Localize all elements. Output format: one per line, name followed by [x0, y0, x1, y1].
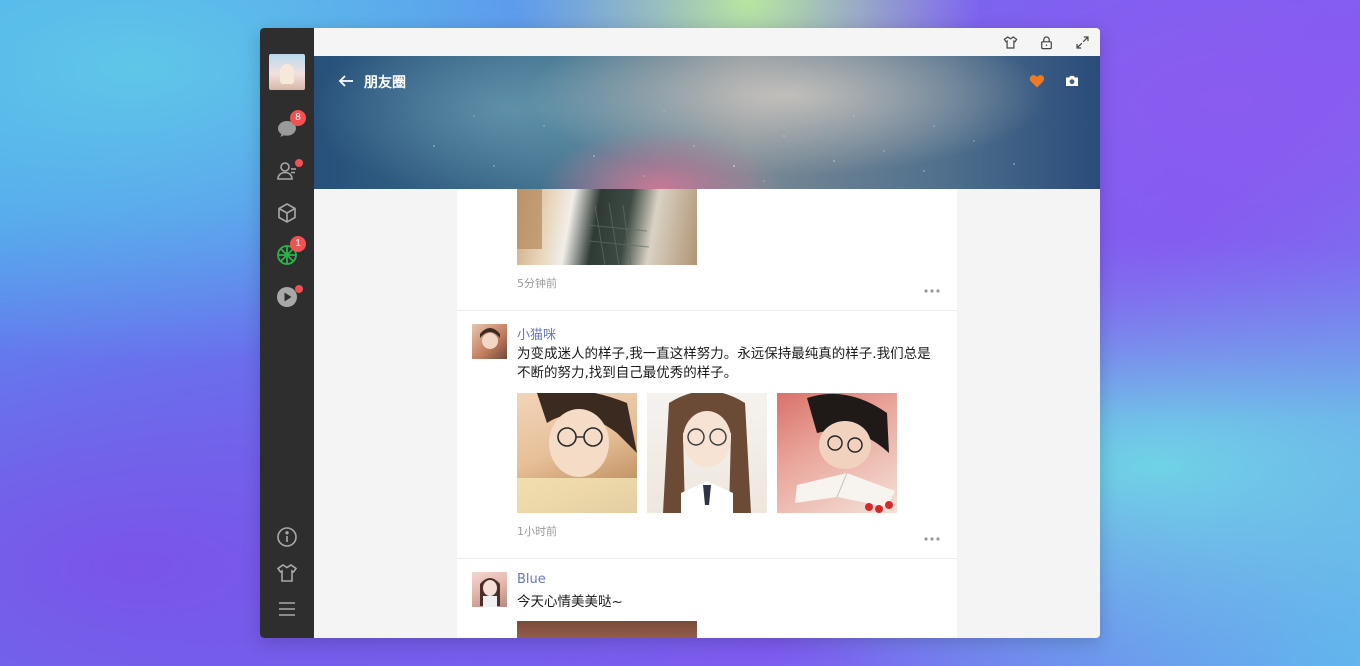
post-text: 今天心情美美哒~	[517, 593, 937, 612]
moments-icon[interactable]: 1	[275, 243, 299, 267]
contacts-dot	[295, 159, 303, 167]
contacts-icon[interactable]	[275, 159, 299, 183]
post-photo[interactable]	[517, 621, 697, 638]
moments-cover: 朋友圈	[314, 56, 1100, 189]
chat-badge: 8	[290, 110, 306, 126]
favorites-icon[interactable]	[275, 201, 299, 225]
post-avatar[interactable]	[472, 324, 507, 359]
info-icon[interactable]	[275, 525, 299, 549]
post-photo[interactable]	[517, 189, 697, 265]
post-text: 为变成迷人的样子,我一直这样努力。永远保持最纯真的样子.我们总是不断的努力,找到…	[517, 345, 937, 383]
post-photo[interactable]	[517, 393, 637, 513]
moments-feed: 5分钟前 小猫咪 为变成迷人的样子,我一直这样努力。永远保持最纯真的样子.我们总…	[457, 189, 957, 638]
moment-post: 小猫咪 为变成迷人的样子,我一直这样努力。永远保持最纯真的样子.我们总是不断的努…	[457, 311, 957, 558]
feed-area[interactable]: 5分钟前 小猫咪 为变成迷人的样子,我一直这样努力。永远保持最纯真的样子.我们总…	[314, 189, 1100, 638]
post-time: 5分钟前	[517, 275, 557, 291]
title-bar	[314, 28, 1100, 56]
post-time: 1小时前	[517, 523, 557, 539]
skin-icon[interactable]	[275, 561, 299, 585]
moment-post: 5分钟前	[457, 189, 957, 310]
lock-icon[interactable]	[1037, 33, 1055, 51]
moments-badge: 1	[290, 236, 306, 252]
back-arrow-icon[interactable]	[338, 73, 354, 93]
play-icon[interactable]	[275, 285, 299, 309]
chat-icon[interactable]: 8	[275, 117, 299, 141]
sidebar: 8 1	[260, 28, 314, 638]
star-dust	[314, 56, 1100, 189]
maximize-icon[interactable]	[1073, 33, 1091, 51]
user-avatar[interactable]	[269, 54, 305, 90]
post-author[interactable]: 小猫咪	[517, 324, 556, 343]
page-title: 朋友圈	[364, 72, 406, 92]
play-dot	[295, 285, 303, 293]
post-avatar[interactable]	[472, 572, 507, 607]
post-author[interactable]: Blue	[517, 572, 546, 587]
moment-post: Blue 今天心情美美哒~	[457, 559, 957, 638]
menu-icon[interactable]	[275, 597, 299, 621]
heart-icon[interactable]	[1029, 73, 1045, 93]
post-photo[interactable]	[647, 393, 767, 513]
post-photo[interactable]	[777, 393, 897, 513]
skin-icon[interactable]	[1001, 33, 1019, 51]
camera-icon[interactable]	[1064, 73, 1080, 93]
app-window: 8 1	[260, 28, 1100, 638]
more-icon[interactable]	[923, 527, 941, 546]
more-icon[interactable]	[923, 279, 941, 298]
